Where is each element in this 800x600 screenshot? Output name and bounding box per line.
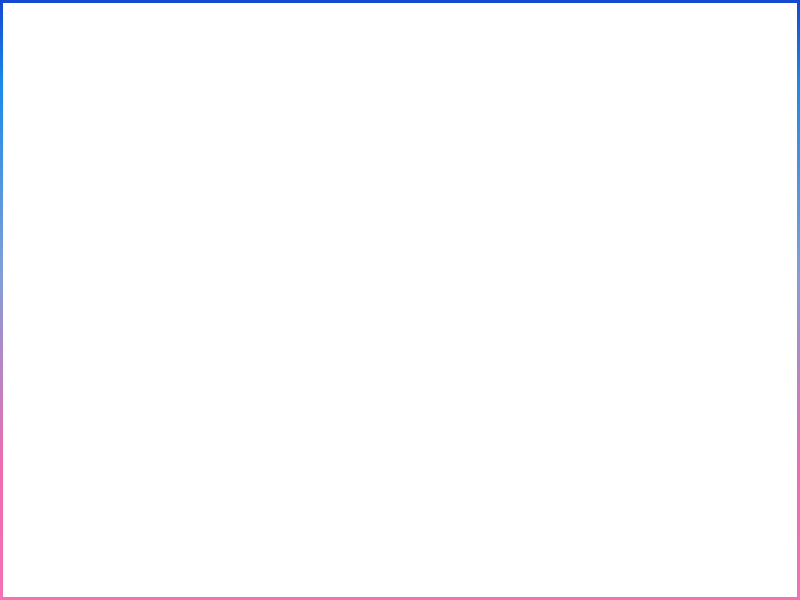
category-tile[interactable]: NHẠC TRẺ [199,113,350,188]
category-label: NHẠC HOT [247,501,302,512]
category-tile[interactable]: NHẠC VIỆT BẤT HỦ [38,291,189,366]
wifi-icon [304,44,319,54]
category-label: LOVE [99,145,128,156]
category-tile[interactable]: NHẠC DANCE [199,202,350,277]
category-label: NHẠC TRẺ [248,145,301,156]
promo-panel: Kho nhạc khổng lồ với hàng triệu bài hát [398,0,800,600]
category-tile[interactable]: NHẠC HOA [199,291,350,366]
mute-switch[interactable] [14,140,18,166]
headline-line-1: Kho nhạc khổng lồ [398,368,800,404]
airplane-mode-icon: ✈ [290,42,300,55]
battery-icon [323,44,345,54]
chevron-left-icon [40,76,55,92]
category-label: NHẠC VIỆT BẤT HỦ [65,323,162,334]
volume-down-button[interactable] [14,242,18,288]
category-tile[interactable] [199,558,350,600]
volume-up-button[interactable] [14,184,18,230]
category-label: ZING COLLECTION [228,412,321,423]
category-artwork [199,558,350,600]
phone-mockup: 9:41 AM ✈ TẤT CẢ CHỦ ĐỀ VÀ THỂ LOẠI LOVE… [14,22,386,600]
status-bar-time: 9:41 AM [45,43,86,55]
notch [118,35,270,61]
promo-banner: 9:41 AM ✈ TẤT CẢ CHỦ ĐỀ VÀ THỂ LOẠI LOVE… [0,0,800,600]
promo-headline: Kho nhạc khổng lồ với hàng triệu bài hát [398,368,800,447]
category-grid[interactable]: LOVE NHẠC TRẺ NHỮNG BÀI HIT NHẠC DANCE NHẠC … [29,105,359,600]
status-bar-indicators: ✈ [290,42,345,55]
power-button[interactable] [382,208,386,270]
category-tile[interactable]: NHỮNG BÀI HIT [38,202,189,277]
front-camera-icon [233,43,244,54]
earpiece-speaker-icon [158,45,204,50]
category-label: NHẠC HOA [247,323,302,334]
page-title: TẤT CẢ CHỦ ĐỀ VÀ THỂ LOẠI [102,77,292,91]
category-tile[interactable]: ZING COLLECTION [199,380,350,455]
category-label: NHẠC DANCE [240,234,309,245]
category-label: HÔM NAY NGHE GÌ [67,412,160,423]
category-tile[interactable] [38,558,189,600]
app-header: TẤT CẢ CHỦ ĐỀ VÀ THỂ LOẠI [29,63,359,106]
phone-screen: 9:41 AM ✈ TẤT CẢ CHỦ ĐỀ VÀ THỂ LOẠI LOVE… [29,35,359,600]
music-file-icon [506,122,686,347]
headline-line-2: với hàng triệu bài hát [398,408,800,447]
category-tile[interactable]: NHẠC HOT [199,469,350,544]
category-tile[interactable]: HÔM NAY NGHE GÌ [38,380,189,455]
category-tile[interactable]: INDIE & UNDERGROUND [38,469,189,544]
category-tile[interactable]: LOVE [38,113,189,188]
category-label: NHỮNG BÀI HIT [74,234,153,245]
category-label: INDIE & UNDERGROUND [53,501,174,512]
back-button[interactable] [29,63,63,105]
category-artwork [38,558,189,600]
